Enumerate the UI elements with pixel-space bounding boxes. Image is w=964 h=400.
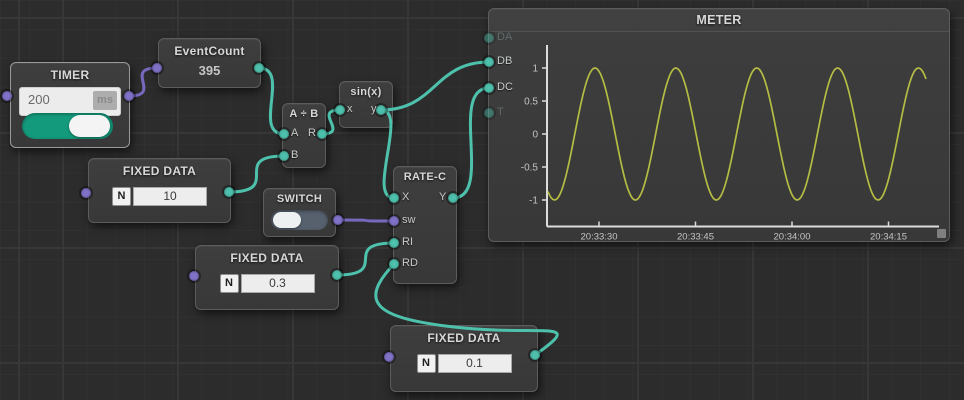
timer-output-port[interactable] bbox=[124, 91, 134, 101]
rate-c-port-ri[interactable] bbox=[389, 238, 399, 248]
rate-c-port-rd-label: RD bbox=[402, 257, 418, 269]
rate-c-port-ri-label: RI bbox=[402, 236, 413, 248]
fixed-data-2-output-port[interactable] bbox=[332, 270, 342, 280]
node-eventcount[interactable]: EventCount 395 bbox=[158, 38, 261, 88]
divide-port-r[interactable] bbox=[317, 129, 327, 139]
timer-interval-panel: 200 ms bbox=[19, 87, 121, 116]
fixed-data-3-output-port[interactable] bbox=[530, 350, 540, 360]
eventcount-title: EventCount bbox=[159, 39, 260, 58]
timer-interval-input[interactable]: 200 bbox=[28, 92, 50, 107]
sin-port-y[interactable] bbox=[376, 105, 386, 115]
flow-editor-canvas[interactable]: TIMER 200 ms EventCount 395 FIXED DATA N… bbox=[0, 0, 964, 400]
sin-port-y-label: y bbox=[371, 103, 377, 115]
meter-port-db[interactable] bbox=[484, 57, 494, 67]
svg-text:-0.5: -0.5 bbox=[521, 163, 539, 174]
fixed-data-3-value-input[interactable]: 0.1 bbox=[438, 354, 512, 373]
svg-text:0.5: 0.5 bbox=[524, 97, 538, 108]
fixed-data-1-input-port[interactable] bbox=[81, 188, 91, 198]
rate-c-port-x-label: X bbox=[402, 191, 409, 203]
rate-c-port-sw-label: sw bbox=[402, 214, 415, 226]
timer-input-port[interactable] bbox=[2, 91, 12, 101]
divide-port-b[interactable] bbox=[279, 151, 289, 161]
fixed-data-1-output-port[interactable] bbox=[224, 187, 234, 197]
sin-port-x[interactable] bbox=[335, 105, 345, 115]
meter-port-da[interactable] bbox=[484, 33, 494, 43]
node-meter[interactable]: METER 10.50-0.5-120:33:3020:33:4520:34:0… bbox=[488, 8, 950, 242]
sin-port-x-label: x bbox=[347, 103, 353, 115]
svg-text:1: 1 bbox=[532, 64, 538, 75]
rate-c-port-sw[interactable] bbox=[389, 216, 399, 226]
divide-port-r-label: R bbox=[308, 127, 316, 139]
svg-text:20:34:15: 20:34:15 bbox=[870, 232, 907, 242]
fixed-data-1-type-button[interactable]: N bbox=[112, 187, 131, 206]
switch-title: SWITCH bbox=[264, 189, 335, 205]
rate-c-port-rd[interactable] bbox=[389, 259, 399, 269]
node-fixed-data-2[interactable]: FIXED DATA N 0.3 bbox=[195, 245, 339, 310]
node-fixed-data-3[interactable]: FIXED DATA N 0.1 bbox=[390, 325, 538, 392]
node-switch[interactable]: SWITCH bbox=[263, 188, 336, 237]
fixed-data-3-input-port[interactable] bbox=[384, 352, 394, 362]
fixed-data-1-title: FIXED DATA bbox=[89, 159, 230, 178]
meter-port-t[interactable] bbox=[484, 108, 494, 118]
eventcount-value: 395 bbox=[159, 63, 260, 78]
timer-unit-button[interactable]: ms bbox=[93, 91, 117, 110]
rate-c-port-y-label: Y bbox=[439, 191, 446, 203]
sin-title: sin(x) bbox=[340, 82, 392, 98]
fixed-data-2-input-port[interactable] bbox=[189, 271, 199, 281]
svg-text:20:33:30: 20:33:30 bbox=[581, 232, 618, 242]
switch-toggle[interactable] bbox=[271, 210, 328, 230]
fixed-data-3-title: FIXED DATA bbox=[391, 326, 537, 345]
meter-resize-handle[interactable] bbox=[937, 229, 946, 238]
rate-c-port-x[interactable] bbox=[389, 193, 399, 203]
meter-port-da-label: DA bbox=[497, 31, 512, 43]
meter-port-t-label: T bbox=[497, 106, 504, 118]
eventcount-input-port[interactable] bbox=[152, 63, 162, 73]
rate-c-title: RATE-C bbox=[394, 167, 456, 183]
svg-text:20:33:45: 20:33:45 bbox=[677, 232, 714, 242]
fixed-data-2-value-input[interactable]: 0.3 bbox=[241, 274, 315, 293]
meter-chart: 1 0.5 0 -0.5 -1 20:33:30 20:33:45 20:34:00 20:34… bbox=[489, 9, 949, 241]
meter-port-dc-label: DC bbox=[497, 81, 513, 93]
divide-port-a-label: A bbox=[291, 127, 298, 139]
fixed-data-3-type-button[interactable]: N bbox=[417, 354, 436, 373]
node-fixed-data-1[interactable]: FIXED DATA N 10 bbox=[88, 158, 231, 223]
meter-port-dc[interactable] bbox=[484, 83, 494, 93]
rate-c-port-y[interactable] bbox=[448, 193, 458, 203]
meter-port-db-label: DB bbox=[497, 55, 512, 67]
fixed-data-2-type-button[interactable]: N bbox=[220, 274, 239, 293]
divide-port-b-label: B bbox=[291, 149, 298, 161]
switch-toggle-knob bbox=[273, 212, 301, 228]
svg-text:0: 0 bbox=[532, 130, 538, 141]
divide-port-a[interactable] bbox=[279, 129, 289, 139]
fixed-data-1-value-input[interactable]: 10 bbox=[133, 187, 207, 206]
switch-output-port[interactable] bbox=[333, 215, 343, 225]
node-timer[interactable]: TIMER 200 ms bbox=[10, 62, 130, 148]
svg-text:20:34:00: 20:34:00 bbox=[774, 232, 811, 242]
svg-text:-1: -1 bbox=[529, 196, 538, 207]
timer-toggle-knob bbox=[69, 115, 110, 137]
timer-title: TIMER bbox=[11, 63, 129, 82]
fixed-data-2-title: FIXED DATA bbox=[196, 246, 338, 265]
eventcount-output-port[interactable] bbox=[254, 63, 264, 73]
divide-title: A ÷ B bbox=[283, 104, 325, 120]
timer-toggle[interactable] bbox=[22, 113, 113, 139]
